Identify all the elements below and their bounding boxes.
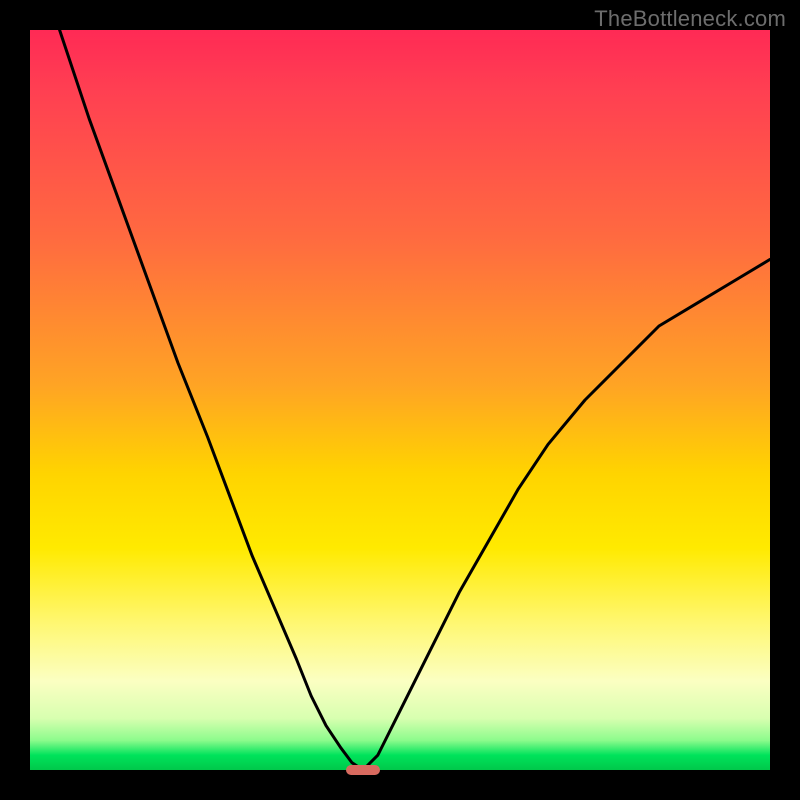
bottleneck-curve xyxy=(30,30,770,770)
chart-plot-area xyxy=(30,30,770,770)
watermark-text: TheBottleneck.com xyxy=(594,6,786,32)
chart-frame: TheBottleneck.com xyxy=(0,0,800,800)
optimal-point-marker xyxy=(346,765,379,775)
